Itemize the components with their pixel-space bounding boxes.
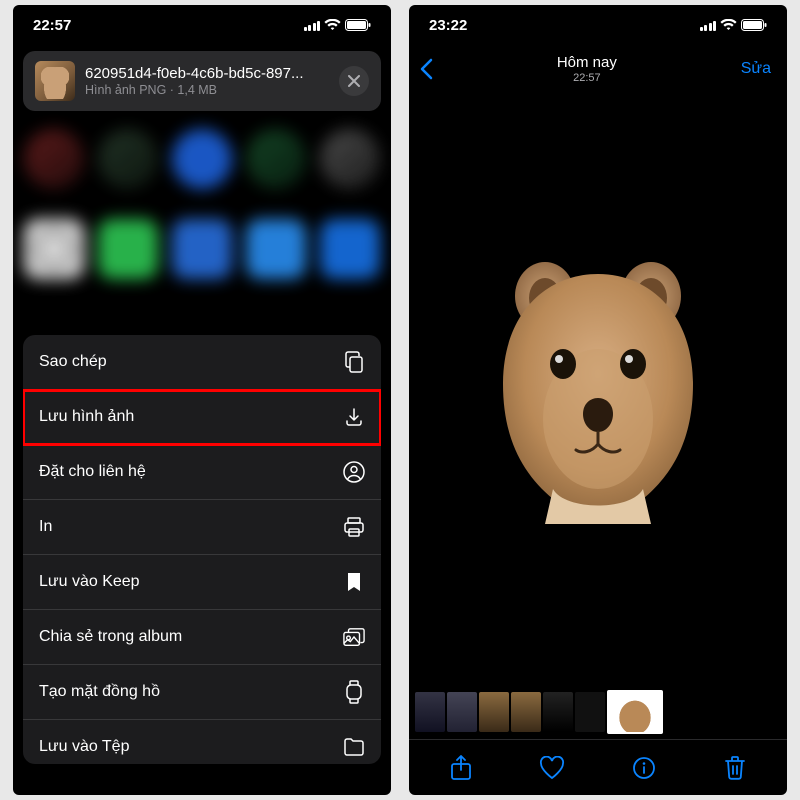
- bottom-toolbar: [409, 739, 787, 795]
- cellular-icon: [304, 19, 321, 31]
- bookmark-icon: [343, 571, 365, 593]
- status-time: 22:57: [33, 17, 71, 34]
- file-name: 620951d4-f0eb-4c6b-bd5c-897...: [85, 65, 329, 82]
- info-button[interactable]: [630, 754, 658, 782]
- download-icon: [343, 406, 365, 428]
- nav-title-text: Hôm nay: [557, 54, 617, 71]
- file-info: 620951d4-f0eb-4c6b-bd5c-897... Hình ảnh …: [85, 65, 329, 97]
- thumb-item[interactable]: [511, 692, 541, 732]
- app-mail[interactable]: [172, 219, 232, 279]
- share-targets-blurred: [13, 121, 391, 331]
- battery-icon: [345, 19, 371, 31]
- action-label: Sao chép: [39, 353, 107, 371]
- status-indicators: [700, 19, 768, 31]
- photo-viewer[interactable]: [409, 89, 787, 689]
- action-print[interactable]: In: [23, 500, 381, 555]
- nav-bar: Hôm nay 22:57 Sửa: [409, 45, 787, 89]
- thumb-item[interactable]: [415, 692, 445, 732]
- contact-avatar[interactable]: [246, 129, 306, 189]
- favorite-button[interactable]: [538, 754, 566, 782]
- phone-share-sheet: 22:57 620951d4-f0eb-4c6b-bd5c-897... Hìn…: [13, 5, 391, 795]
- watch-icon: [343, 681, 365, 703]
- close-icon: [348, 75, 360, 87]
- thumb-item[interactable]: [575, 692, 605, 732]
- photo-content: [483, 254, 713, 524]
- actions-list: Sao chép Lưu hình ảnh Đặt cho liên hệ In…: [23, 335, 381, 764]
- action-label: Lưu vào Tệp: [39, 738, 129, 756]
- thumb-item[interactable]: [447, 692, 477, 732]
- file-meta: Hình ảnh PNG · 1,4 MB: [85, 83, 329, 97]
- status-bar: 22:57: [13, 5, 391, 45]
- phone-photos-viewer: 23:22 Hôm nay 22:57 Sửa: [409, 5, 787, 795]
- app-facebook[interactable]: [320, 219, 380, 279]
- status-time: 23:22: [429, 17, 467, 34]
- status-indicators: [304, 19, 372, 31]
- share-icon: [450, 755, 472, 781]
- print-icon: [343, 516, 365, 538]
- shared-album-icon: [343, 626, 365, 648]
- share-button[interactable]: [447, 754, 475, 782]
- contact-icon: [343, 461, 365, 483]
- contact-avatar[interactable]: [320, 129, 380, 189]
- back-button[interactable]: [419, 58, 433, 80]
- action-shared-album[interactable]: Chia sẻ trong album: [23, 610, 381, 665]
- status-bar: 23:22: [409, 5, 787, 45]
- app-messages[interactable]: [98, 219, 158, 279]
- contact-avatar[interactable]: [24, 129, 84, 189]
- action-save-files[interactable]: Lưu vào Tệp: [23, 720, 381, 764]
- nav-subtitle: 22:57: [557, 72, 617, 84]
- thumb-item-selected[interactable]: [607, 690, 663, 734]
- close-button[interactable]: [339, 66, 369, 96]
- contact-avatar[interactable]: [98, 129, 158, 189]
- trash-icon: [724, 755, 746, 781]
- action-label: Lưu hình ảnh: [39, 408, 134, 426]
- folder-icon: [343, 736, 365, 758]
- action-label: Chia sẻ trong album: [39, 628, 182, 646]
- delete-button[interactable]: [721, 754, 749, 782]
- share-header: 620951d4-f0eb-4c6b-bd5c-897... Hình ảnh …: [23, 51, 381, 111]
- action-copy[interactable]: Sao chép: [23, 335, 381, 390]
- action-label: In: [39, 518, 52, 536]
- action-label: Tạo mặt đồng hồ: [39, 683, 160, 701]
- action-create-watchface[interactable]: Tạo mặt đồng hồ: [23, 665, 381, 720]
- info-icon: [632, 756, 656, 780]
- copy-icon: [343, 351, 365, 373]
- heart-icon: [539, 756, 565, 780]
- wifi-icon: [720, 19, 737, 31]
- action-assign-contact[interactable]: Đặt cho liên hệ: [23, 445, 381, 500]
- action-save-keep[interactable]: Lưu vào Keep: [23, 555, 381, 610]
- thumb-item[interactable]: [479, 692, 509, 732]
- action-label: Lưu vào Keep: [39, 573, 140, 591]
- thumbnail-strip[interactable]: [409, 689, 787, 739]
- edit-button[interactable]: Sửa: [741, 60, 771, 78]
- cellular-icon: [700, 19, 717, 31]
- action-label: Đặt cho liên hệ: [39, 463, 146, 481]
- nav-title: Hôm nay 22:57: [557, 54, 617, 84]
- app-airdrop[interactable]: [24, 219, 84, 279]
- wifi-icon: [324, 19, 341, 31]
- chevron-left-icon: [419, 58, 433, 80]
- action-save-image[interactable]: Lưu hình ảnh: [23, 390, 381, 445]
- file-thumbnail: [35, 61, 75, 101]
- battery-icon: [741, 19, 767, 31]
- thumb-item[interactable]: [543, 692, 573, 732]
- app-messenger[interactable]: [246, 219, 306, 279]
- contact-avatar[interactable]: [172, 129, 232, 189]
